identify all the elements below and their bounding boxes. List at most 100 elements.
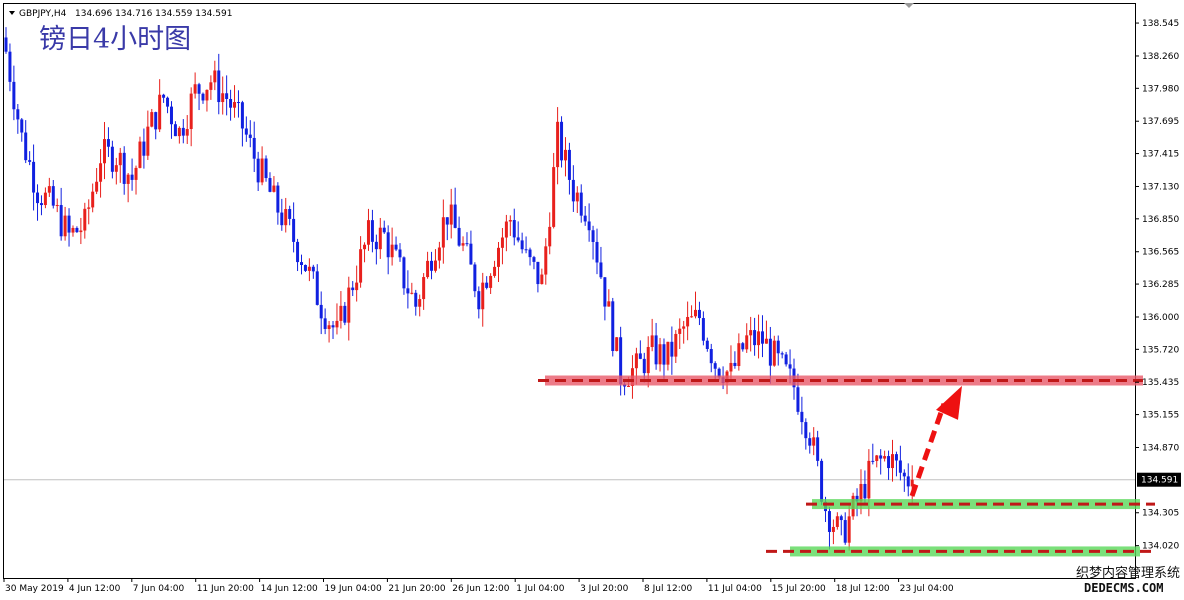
candle-body	[16, 109, 20, 120]
candle-body	[461, 243, 465, 246]
candle-body	[603, 277, 607, 307]
watermark-line1: 织梦内容管理系统	[1076, 565, 1180, 581]
candle-body	[709, 349, 713, 364]
candle-body	[812, 437, 816, 446]
candle-body	[398, 249, 402, 258]
candle-body	[749, 330, 753, 336]
y-tick-label: 136.565	[1142, 248, 1179, 258]
candle-body	[595, 241, 599, 263]
candle-body	[902, 472, 906, 477]
candle-body	[272, 185, 276, 192]
candle-body	[193, 84, 197, 94]
candle-body	[359, 249, 363, 283]
candle-body	[808, 438, 812, 446]
candle-body	[114, 165, 118, 172]
candle-body	[240, 102, 244, 129]
candle-body	[579, 192, 583, 216]
candle-body	[772, 340, 776, 366]
y-tick-label: 134.020	[1142, 542, 1179, 552]
candle-body	[863, 483, 867, 499]
candle-body	[686, 316, 690, 327]
candle-body	[75, 227, 79, 233]
candle-body	[599, 262, 603, 278]
candle-body	[213, 70, 217, 83]
candle-body	[776, 340, 780, 354]
candle-body	[406, 288, 410, 294]
x-tick-label: 23 Jul 04:00	[900, 584, 954, 594]
candle-body	[63, 215, 67, 237]
candle-body	[816, 437, 820, 461]
candle-body	[335, 320, 339, 328]
candle-body	[260, 158, 264, 183]
candle-body	[197, 84, 201, 94]
candle-body	[264, 158, 268, 179]
candle-body	[512, 220, 516, 238]
candle-body	[47, 186, 51, 193]
candle-body	[150, 112, 154, 127]
candle-body	[500, 237, 504, 248]
candle-body	[158, 94, 162, 130]
candle-body	[24, 132, 28, 161]
y-tick-label: 137.415	[1142, 150, 1179, 160]
candle-body	[433, 260, 437, 271]
candle-body	[284, 209, 288, 226]
candle-body	[528, 249, 532, 258]
candle-body	[87, 207, 91, 209]
chart-background	[0, 0, 1184, 600]
ohlc-values: 134.696 134.716 134.559 134.591	[75, 9, 232, 19]
candle-body	[67, 215, 71, 233]
candle-body	[682, 326, 686, 329]
x-tick-label: 1 Jul 04:00	[516, 584, 565, 594]
candle-body	[4, 37, 8, 52]
candle-body	[351, 287, 355, 291]
candle-body	[221, 93, 225, 103]
candle-body	[733, 362, 737, 367]
candle-body	[800, 411, 804, 423]
symbol-label: GBPJPY,H4	[19, 9, 67, 19]
candle-body	[575, 192, 579, 202]
candle-body	[820, 460, 824, 502]
candle-body	[83, 208, 87, 231]
candle-body	[760, 331, 764, 344]
candle-body	[847, 516, 851, 543]
candle-body	[670, 341, 674, 357]
candle-body	[690, 316, 694, 318]
x-tick-label: 21 Jun 20:00	[388, 584, 445, 594]
candle-body	[138, 141, 142, 168]
candle	[615, 336, 619, 352]
candle-body	[134, 167, 138, 180]
candle-body	[504, 221, 508, 238]
candle-body	[51, 186, 55, 206]
candle-body	[764, 338, 768, 344]
candle-body	[339, 305, 343, 321]
candle-body	[891, 454, 894, 469]
candle-body	[804, 422, 808, 439]
candle-body	[201, 93, 205, 101]
candle-body	[166, 97, 170, 107]
candle-body	[303, 264, 307, 271]
candle-body	[386, 232, 390, 258]
x-tick-label: 30 May 2019	[5, 584, 64, 594]
candle-body	[583, 215, 587, 222]
candle-body	[607, 301, 611, 307]
candle-body	[524, 249, 528, 251]
current-price-label: 134.591	[1141, 476, 1178, 486]
candle-body	[678, 328, 682, 334]
candle-body	[477, 291, 481, 310]
candle-body	[248, 134, 252, 138]
candle-body	[674, 333, 678, 357]
candle-body	[654, 335, 658, 365]
candle-body	[520, 240, 524, 250]
candle-body	[43, 192, 47, 206]
candle-body	[465, 243, 469, 245]
watermark-line2: DEDECMS.COM	[1084, 581, 1163, 595]
candle-body	[697, 309, 701, 319]
chart-title: 镑日4小时图	[39, 24, 191, 55]
candle-body	[177, 127, 181, 137]
candle-body	[343, 305, 347, 323]
candle-body	[39, 203, 43, 206]
candle-body	[402, 257, 406, 289]
candle-body	[634, 353, 638, 369]
candle-body	[185, 129, 189, 136]
candle	[264, 155, 268, 182]
